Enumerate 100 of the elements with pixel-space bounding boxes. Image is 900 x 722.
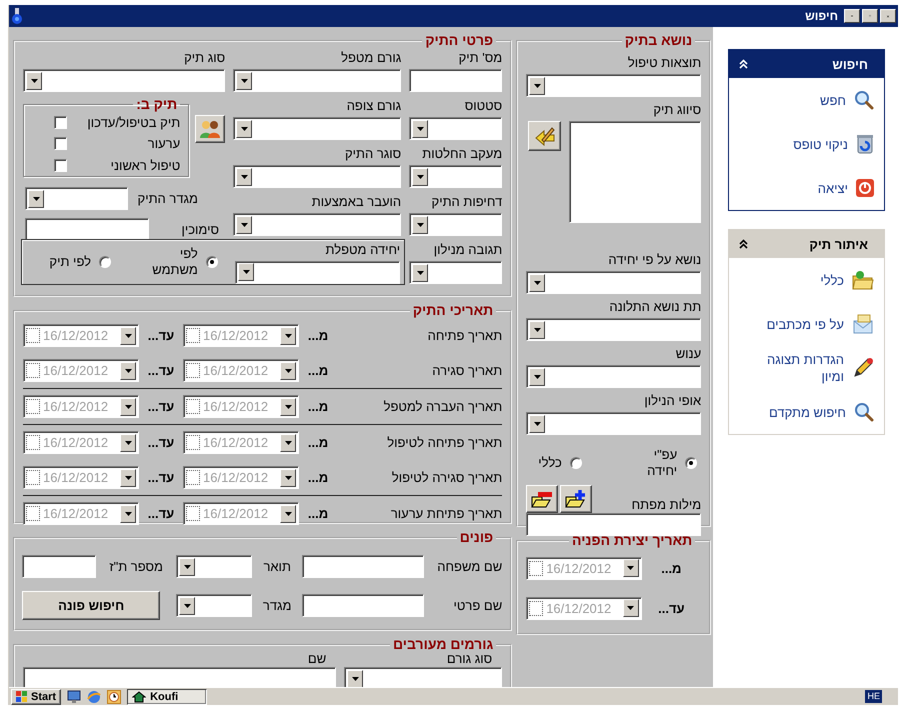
date-picker[interactable]: 16/12/2012	[183, 466, 299, 489]
task-link[interactable]: כללי	[729, 258, 884, 302]
dropdown-button[interactable]	[120, 468, 136, 486]
date-picker[interactable]: 16/12/2012	[23, 502, 139, 525]
dropdown-field[interactable]	[526, 412, 702, 435]
dropdown-field[interactable]	[526, 271, 702, 294]
checkbox[interactable]	[26, 506, 40, 521]
dropdown-field[interactable]	[176, 555, 252, 578]
text-field[interactable]	[409, 69, 502, 92]
pane-header[interactable]: איתור תיק	[729, 230, 884, 258]
checkbox[interactable]	[54, 137, 67, 150]
dropdown-button[interactable]	[236, 216, 252, 234]
dropdown-button[interactable]	[280, 504, 296, 522]
dropdown-field[interactable]	[409, 117, 502, 140]
task-link[interactable]: חפש	[729, 78, 884, 122]
add-button[interactable]	[560, 485, 592, 513]
dropdown-field[interactable]	[233, 69, 402, 92]
date-picker[interactable]: 16/12/2012	[23, 359, 139, 382]
dropdown-button[interactable]	[529, 320, 546, 338]
checkbox[interactable]	[186, 328, 200, 343]
date-picker[interactable]: 16/12/2012	[183, 502, 299, 525]
search-applicant-button[interactable]: חיפוש פונה	[22, 591, 160, 620]
minimize-button[interactable]	[844, 9, 860, 23]
taskbar-button[interactable]: Koufi	[127, 688, 208, 704]
dropdown-button[interactable]	[412, 264, 428, 282]
checkbox[interactable]	[186, 363, 200, 378]
task-link[interactable]: חיפוש מתקדם	[729, 390, 884, 434]
checkbox[interactable]	[26, 435, 40, 450]
dropdown-button[interactable]	[28, 190, 44, 208]
radio-button[interactable]	[570, 457, 582, 469]
task-link[interactable]: יציאה	[729, 166, 884, 210]
date-picker[interactable]: 16/12/2012	[23, 466, 139, 489]
dropdown-button[interactable]	[412, 120, 428, 138]
checkbox[interactable]	[529, 560, 544, 576]
dropdown-field[interactable]	[23, 69, 226, 92]
radio-button[interactable]	[206, 256, 218, 268]
remove-button[interactable]	[526, 485, 558, 513]
dropdown-button[interactable]	[280, 398, 296, 416]
checkbox[interactable]	[186, 470, 200, 485]
checkbox[interactable]	[54, 158, 67, 172]
checkbox[interactable]	[186, 506, 200, 521]
dropdown-button[interactable]	[120, 398, 136, 416]
dropdown-button[interactable]	[120, 326, 136, 344]
dropdown-field[interactable]	[526, 318, 702, 341]
dropdown-button[interactable]	[179, 596, 196, 614]
text-field[interactable]	[22, 555, 96, 578]
date-picker[interactable]: 16/12/2012	[183, 324, 299, 347]
dropdown-button[interactable]	[236, 120, 252, 138]
dropdown-button[interactable]	[529, 368, 546, 386]
checkbox[interactable]	[186, 435, 200, 450]
checkbox[interactable]	[26, 470, 40, 485]
language-indicator[interactable]: HE	[865, 690, 882, 703]
dropdown-button[interactable]	[529, 414, 546, 432]
dropdown-button[interactable]	[412, 168, 428, 186]
dropdown-button[interactable]	[347, 670, 364, 687]
dropdown-button[interactable]	[280, 362, 296, 380]
text-field[interactable]	[526, 513, 702, 536]
date-picker[interactable]: 16/12/2012	[526, 556, 642, 580]
dropdown-button[interactable]	[236, 168, 252, 186]
clock-icon[interactable]	[107, 690, 122, 704]
radio-button[interactable]	[99, 256, 111, 268]
dropdown-button[interactable]	[179, 558, 196, 576]
dropdown-field[interactable]	[25, 187, 128, 210]
text-field[interactable]	[23, 667, 336, 687]
checkbox[interactable]	[529, 600, 544, 616]
task-link[interactable]: הגדרות תצוגה ומיון	[729, 346, 884, 390]
dropdown-field[interactable]	[409, 165, 502, 188]
dropdown-field[interactable]	[233, 165, 402, 188]
close-button[interactable]	[880, 9, 896, 23]
people-button[interactable]	[195, 115, 226, 143]
globe-icon[interactable]	[87, 690, 102, 704]
dropdown-button[interactable]	[120, 434, 136, 452]
dropdown-field[interactable]	[176, 594, 252, 617]
dropdown-field[interactable]	[409, 261, 502, 284]
date-picker[interactable]: 16/12/2012	[23, 431, 139, 454]
radio-button[interactable]	[685, 457, 698, 469]
edit-button[interactable]	[528, 121, 562, 151]
checkbox[interactable]	[186, 399, 200, 414]
task-link[interactable]: על פי מכתבים	[729, 302, 884, 346]
checkbox[interactable]	[54, 116, 67, 130]
dropdown-field[interactable]	[233, 213, 402, 236]
dropdown-button[interactable]	[622, 599, 639, 617]
dropdown-button[interactable]	[280, 468, 296, 486]
dropdown-button[interactable]	[238, 263, 254, 281]
dropdown-field[interactable]	[344, 667, 502, 687]
collapse-icon[interactable]	[739, 239, 748, 249]
pane-header[interactable]: חיפוש	[729, 50, 884, 78]
monitor-icon[interactable]	[67, 690, 82, 704]
dropdown-button[interactable]	[120, 362, 136, 380]
checkbox[interactable]	[26, 363, 40, 378]
list-box[interactable]	[569, 121, 702, 223]
dropdown-field[interactable]	[235, 260, 400, 284]
dropdown-button[interactable]	[280, 434, 296, 452]
checkbox[interactable]	[26, 399, 40, 414]
text-field[interactable]	[302, 594, 424, 617]
dropdown-field[interactable]	[526, 74, 702, 97]
dropdown-field[interactable]	[233, 117, 402, 140]
text-field[interactable]	[302, 555, 424, 578]
dropdown-button[interactable]	[120, 504, 136, 522]
date-picker[interactable]: 16/12/2012	[526, 596, 642, 620]
